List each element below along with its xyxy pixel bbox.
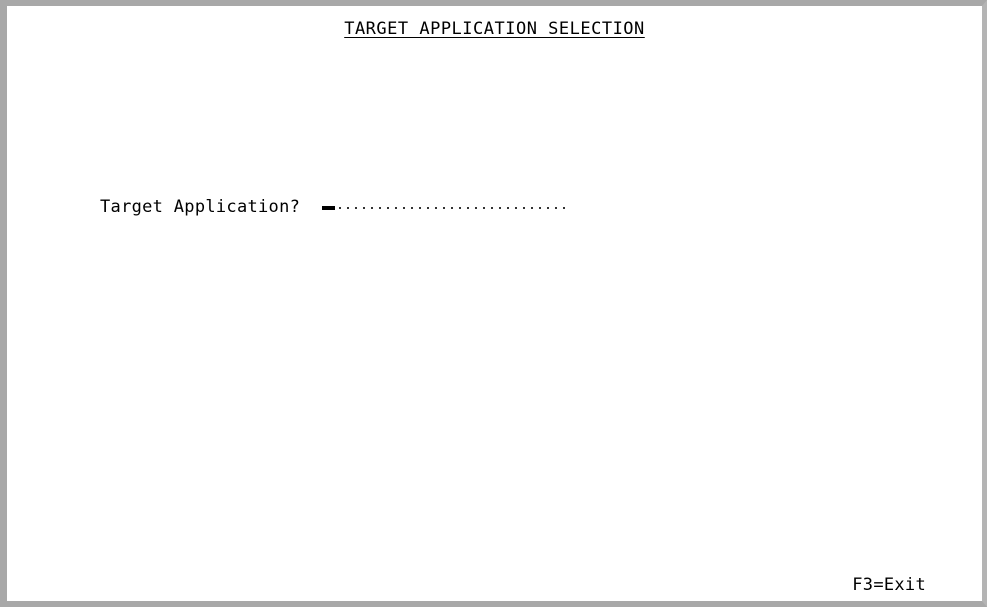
input-fill-dots: [336, 207, 571, 209]
target-application-row: Target Application?: [100, 190, 571, 217]
f3-exit-key[interactable]: F3=Exit: [852, 575, 926, 595]
target-application-field[interactable]: [322, 190, 571, 212]
target-application-label: Target Application?: [100, 197, 301, 217]
screen-title: TARGET APPLICATION SELECTION: [344, 19, 645, 39]
terminal-screen: TARGET APPLICATION SELECTION Target Appl…: [0, 0, 987, 607]
text-cursor: [322, 206, 336, 210]
